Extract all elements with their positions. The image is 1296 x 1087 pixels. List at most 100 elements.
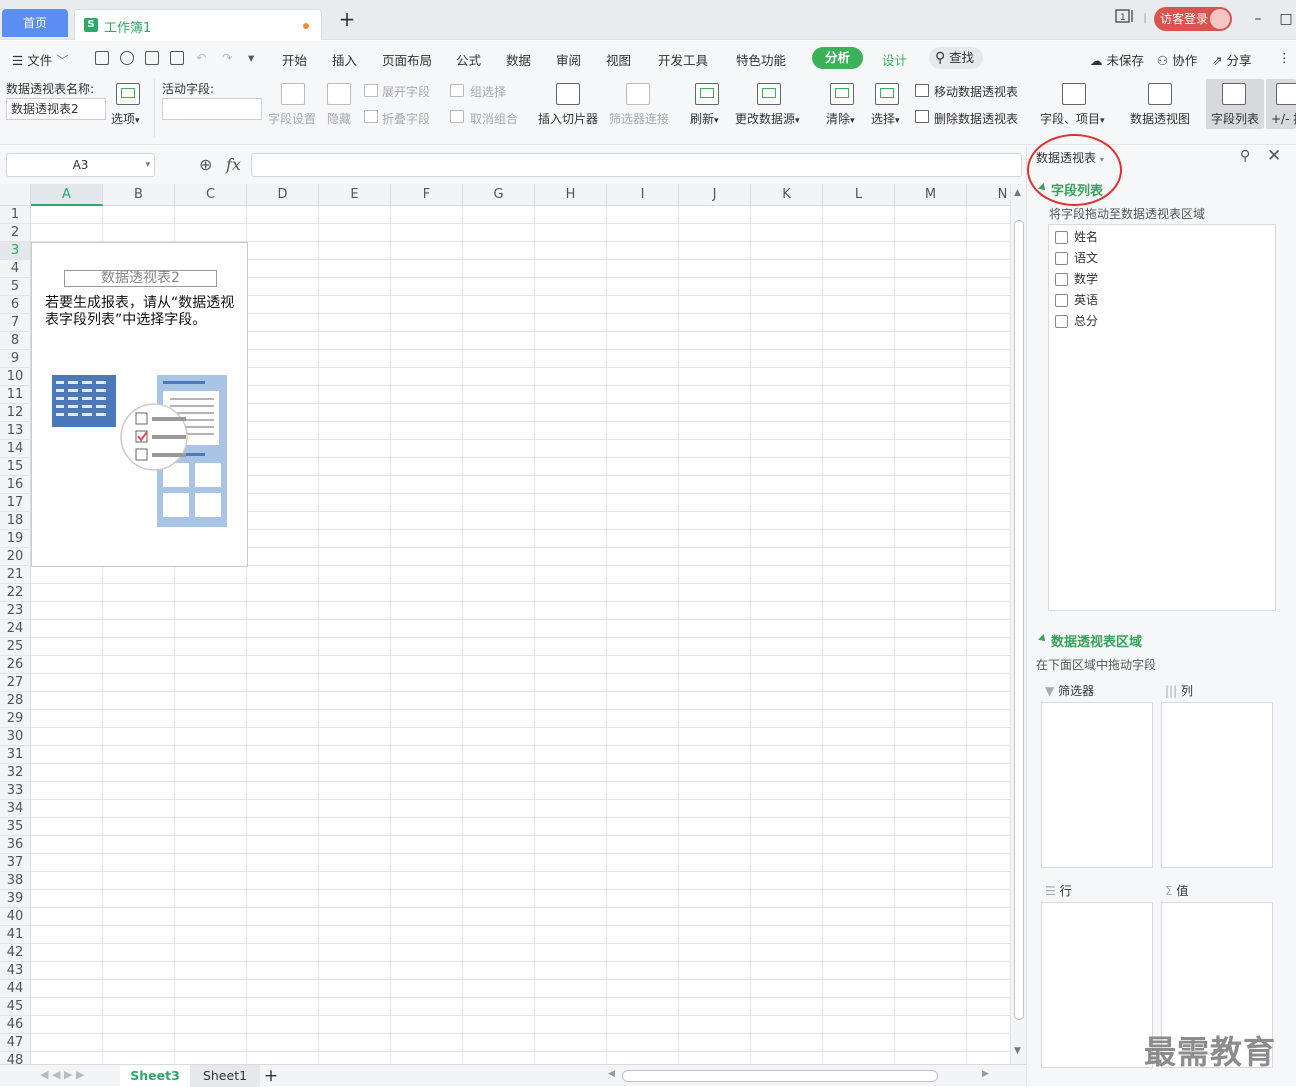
pivot-name-input[interactable]: 数据透视表2 bbox=[6, 98, 106, 120]
group-select-button[interactable]: 组选择 bbox=[470, 83, 506, 100]
menu-data[interactable]: 数据 bbox=[506, 50, 531, 69]
row-header[interactable]: 30 bbox=[0, 728, 31, 746]
row-header[interactable]: 7 bbox=[0, 314, 31, 332]
row-header[interactable]: 31 bbox=[0, 746, 31, 764]
row-header[interactable]: 25 bbox=[0, 638, 31, 656]
column-header[interactable]: D bbox=[247, 184, 319, 206]
select-all-corner[interactable] bbox=[0, 184, 31, 206]
row-header[interactable]: 42 bbox=[0, 944, 31, 962]
row-header[interactable]: 33 bbox=[0, 782, 31, 800]
row-header[interactable]: 22 bbox=[0, 584, 31, 602]
unsaved-button[interactable]: ☁ 未保存 bbox=[1090, 50, 1144, 69]
vertical-scrollbar[interactable]: ▲ ▼ bbox=[1010, 184, 1026, 1064]
ungroup-icon[interactable] bbox=[450, 110, 464, 123]
row-header[interactable]: 38 bbox=[0, 872, 31, 890]
row-header[interactable]: 45 bbox=[0, 998, 31, 1016]
row-header[interactable]: 18 bbox=[0, 512, 31, 530]
filter-connect-button[interactable]: 筛选器连接 bbox=[609, 110, 669, 127]
column-header[interactable]: F bbox=[391, 184, 463, 206]
name-box[interactable]: A3 ▾ bbox=[6, 153, 155, 177]
row-header[interactable]: 21 bbox=[0, 566, 31, 584]
field-item-name[interactable]: 姓名 bbox=[1055, 229, 1098, 247]
row-header[interactable]: 37 bbox=[0, 854, 31, 872]
column-header[interactable]: N bbox=[967, 184, 1010, 206]
field-item-chinese[interactable]: 语文 bbox=[1055, 250, 1098, 268]
row-header[interactable]: 10 bbox=[0, 368, 31, 386]
ungroup-button[interactable]: 取消组合 bbox=[470, 110, 518, 127]
row-header[interactable]: 1 bbox=[0, 206, 31, 224]
menu-insert[interactable]: 插入 bbox=[332, 50, 357, 69]
add-sheet-button[interactable]: + bbox=[262, 1065, 280, 1087]
row-header[interactable]: 14 bbox=[0, 440, 31, 458]
row-header[interactable]: 36 bbox=[0, 836, 31, 854]
row-header[interactable]: 15 bbox=[0, 458, 31, 476]
column-header[interactable]: E bbox=[319, 184, 391, 206]
file-menu[interactable]: ☰ 文件 ﹀ bbox=[12, 50, 69, 69]
search-button[interactable]: ⚲ 查找 bbox=[929, 47, 983, 69]
row-header[interactable]: 13 bbox=[0, 422, 31, 440]
row-header[interactable]: 3 bbox=[0, 242, 31, 260]
collaborate-button[interactable]: ⚇ 协作 bbox=[1157, 50, 1197, 69]
scroll-right-icon[interactable]: ▶ bbox=[982, 1069, 989, 1079]
column-drop-area[interactable] bbox=[1161, 702, 1273, 868]
insert-slicer-icon[interactable] bbox=[556, 83, 580, 105]
expand-field-icon[interactable] bbox=[364, 84, 378, 97]
clear-button[interactable]: 清除▾ bbox=[826, 110, 855, 127]
scroll-up-icon[interactable]: ▲ bbox=[1014, 188, 1021, 198]
close-icon[interactable]: ✕ bbox=[1267, 146, 1281, 166]
fields-items-icon[interactable] bbox=[1062, 83, 1086, 105]
column-header[interactable]: B bbox=[103, 184, 175, 206]
hide-icon[interactable] bbox=[327, 83, 351, 105]
row-header[interactable]: 44 bbox=[0, 980, 31, 998]
select-button[interactable]: 选择▾ bbox=[871, 110, 900, 127]
sheet-tab-sheet1[interactable]: Sheet1 bbox=[190, 1065, 260, 1087]
print-icon[interactable] bbox=[145, 51, 159, 65]
filter-connect-icon[interactable] bbox=[626, 83, 650, 105]
formula-input[interactable] bbox=[251, 153, 1022, 177]
row-header[interactable]: 34 bbox=[0, 800, 31, 818]
insert-slicer-button[interactable]: 插入切片器 bbox=[538, 110, 598, 127]
pivot-chart-icon[interactable] bbox=[1148, 83, 1172, 105]
field-settings-button[interactable]: 字段设置 bbox=[268, 110, 316, 127]
row-header[interactable]: 27 bbox=[0, 674, 31, 692]
fields-items-button[interactable]: 字段、项目▾ bbox=[1040, 110, 1105, 127]
menu-developer[interactable]: 开发工具 bbox=[658, 50, 708, 69]
column-header[interactable]: J bbox=[679, 184, 751, 206]
row-header[interactable]: 48 bbox=[0, 1052, 31, 1064]
row-drop-area[interactable] bbox=[1041, 902, 1153, 1068]
row-header[interactable]: 11 bbox=[0, 386, 31, 404]
row-header[interactable]: 5 bbox=[0, 278, 31, 296]
select-icon[interactable] bbox=[875, 83, 899, 105]
undo-icon[interactable]: ↶ bbox=[196, 50, 206, 65]
row-header[interactable]: 20 bbox=[0, 548, 31, 566]
row-header[interactable]: 2 bbox=[0, 224, 31, 242]
row-header[interactable]: 6 bbox=[0, 296, 31, 314]
vertical-scroll-thumb[interactable] bbox=[1014, 220, 1024, 1020]
hide-button[interactable]: 隐藏 bbox=[327, 110, 351, 127]
horizontal-scroll-thumb[interactable] bbox=[622, 1070, 938, 1082]
tab-list-icon[interactable]: 1 bbox=[1114, 8, 1136, 30]
scroll-down-icon[interactable]: ▼ bbox=[1014, 1046, 1021, 1056]
column-header[interactable]: M bbox=[895, 184, 967, 206]
more-icon[interactable]: ⋮ bbox=[1278, 50, 1291, 65]
collapse-field-button[interactable]: 折叠字段 bbox=[382, 110, 430, 127]
column-header[interactable]: K bbox=[751, 184, 823, 206]
options-icon[interactable] bbox=[116, 83, 140, 105]
field-settings-icon[interactable] bbox=[281, 83, 305, 105]
menu-formula[interactable]: 公式 bbox=[456, 50, 481, 69]
format-painter-icon[interactable] bbox=[120, 51, 134, 65]
column-header[interactable]: L bbox=[823, 184, 895, 206]
tab-workbook[interactable]: S 工作簿1 bbox=[74, 9, 322, 40]
delete-pivot-icon[interactable] bbox=[915, 110, 929, 123]
redo-icon[interactable]: ↷ bbox=[222, 50, 232, 65]
checkbox-icon[interactable] bbox=[1055, 315, 1068, 328]
save-icon[interactable] bbox=[95, 51, 109, 65]
row-header[interactable]: 26 bbox=[0, 656, 31, 674]
options-button[interactable]: 选项▾ bbox=[111, 110, 140, 127]
refresh-button[interactable]: 刷新▾ bbox=[690, 110, 719, 127]
new-tab-button[interactable]: + bbox=[337, 9, 357, 30]
scroll-left-icon[interactable]: ◀ bbox=[608, 1069, 615, 1079]
row-header[interactable]: 32 bbox=[0, 764, 31, 782]
row-header[interactable]: 16 bbox=[0, 476, 31, 494]
move-pivot-button[interactable]: 移动数据透视表 bbox=[934, 83, 1018, 100]
